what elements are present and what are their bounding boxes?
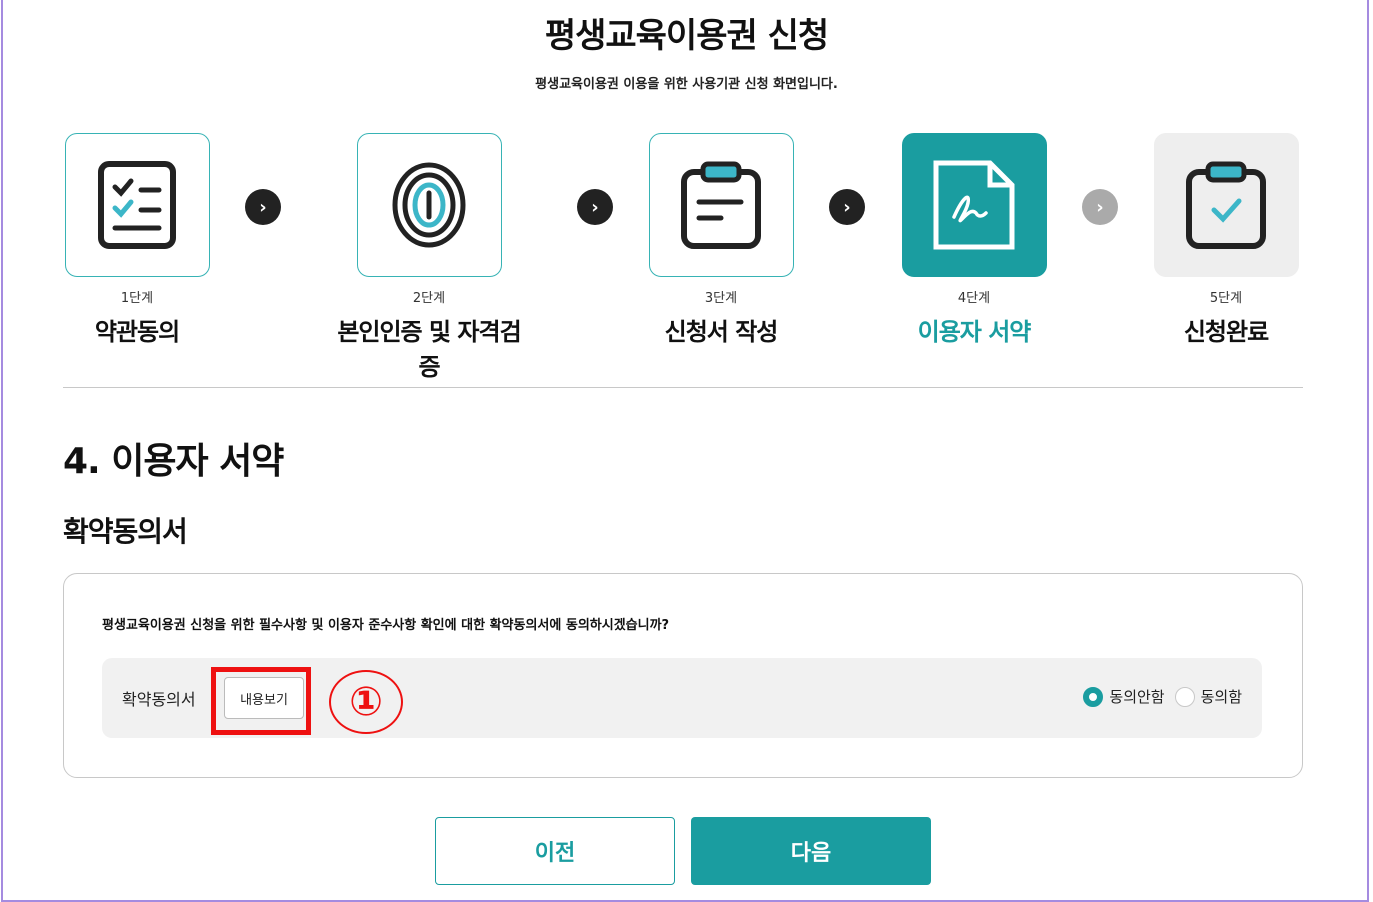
annotation-highlight-box [211,667,311,735]
step-2-number: 2단계 [412,291,446,306]
step-1: 1단계 약관동의 [37,133,237,347]
step-5-label: 신청완료 [1183,318,1269,346]
chevron-right-icon: › [245,189,281,225]
checklist-icon [98,161,176,249]
radio-disagree[interactable]: 동의안함 [1083,686,1165,707]
agreement-label: 확약동의서 [122,690,196,709]
step-1-number: 1단계 [120,291,154,306]
page-title: 평생교육이용권 신청 [544,16,829,56]
chevron-right-icon: › [829,189,865,225]
prev-button[interactable]: 이전 [435,817,675,885]
step-1-label: 약관동의 [94,318,180,346]
radio-agree-button[interactable] [1174,686,1195,707]
next-button[interactable]: 다음 [691,817,931,885]
divider [63,387,1303,388]
radio-agree-label: 동의함 [1200,688,1242,706]
radio-disagree-button[interactable] [1083,686,1104,707]
step-5: 5단계 신청완료 [1126,133,1326,347]
chevron-right-icon: › [577,189,613,225]
step-2: 2단계 본인인증 및 자격검증 [329,133,529,382]
step-5-box [1153,133,1299,277]
clipboard-icon [681,161,761,249]
agreement-title: 확약동의서 [63,515,188,548]
step-3-number: 3단계 [704,291,738,306]
step-4-label: 이용자 서약 [917,318,1032,346]
step-3-label: 신청서 작성 [664,318,779,346]
clipboard-check-icon [1186,161,1266,249]
step-5-number: 5단계 [1209,291,1243,306]
step-2-box [356,133,502,277]
agreement-radio-group: 동의안함 동의함 [1083,686,1242,707]
chevron-right-icon: › [1082,189,1118,225]
fingerprint-icon [392,162,466,248]
agreement-panel: 평생교육이용권 신청을 위한 필수사항 및 이용자 준수사항 확인에 대한 확약… [63,573,1303,778]
step-2-label: 본인인증 및 자격검증 [337,318,521,381]
step-4: 4단계 이용자 서약 [874,133,1074,347]
radio-disagree-label: 동의안함 [1109,688,1165,706]
radio-agree[interactable]: 동의함 [1174,686,1242,707]
step-3-box [648,133,794,277]
step-4-box [901,133,1047,277]
signature-document-icon [933,160,1015,250]
agreement-question: 평생교육이용권 신청을 위한 필수사항 및 이용자 준수사항 확인에 대한 확약… [102,618,670,633]
section-title: 4. 이용자 서약 [63,441,284,482]
step-4-number: 4단계 [957,291,991,306]
step-3: 3단계 신청서 작성 [621,133,821,347]
annotation-callout: ① [329,670,403,734]
step-progress: 1단계 약관동의 › 2단계 본인인증 및 자격검증 › 3단계 신청서 작성 … [0,133,1373,381]
step-1-box [64,133,210,277]
page-subtitle: 평생교육이용권 이용을 위한 사용기관 신청 화면입니다. [535,77,838,92]
